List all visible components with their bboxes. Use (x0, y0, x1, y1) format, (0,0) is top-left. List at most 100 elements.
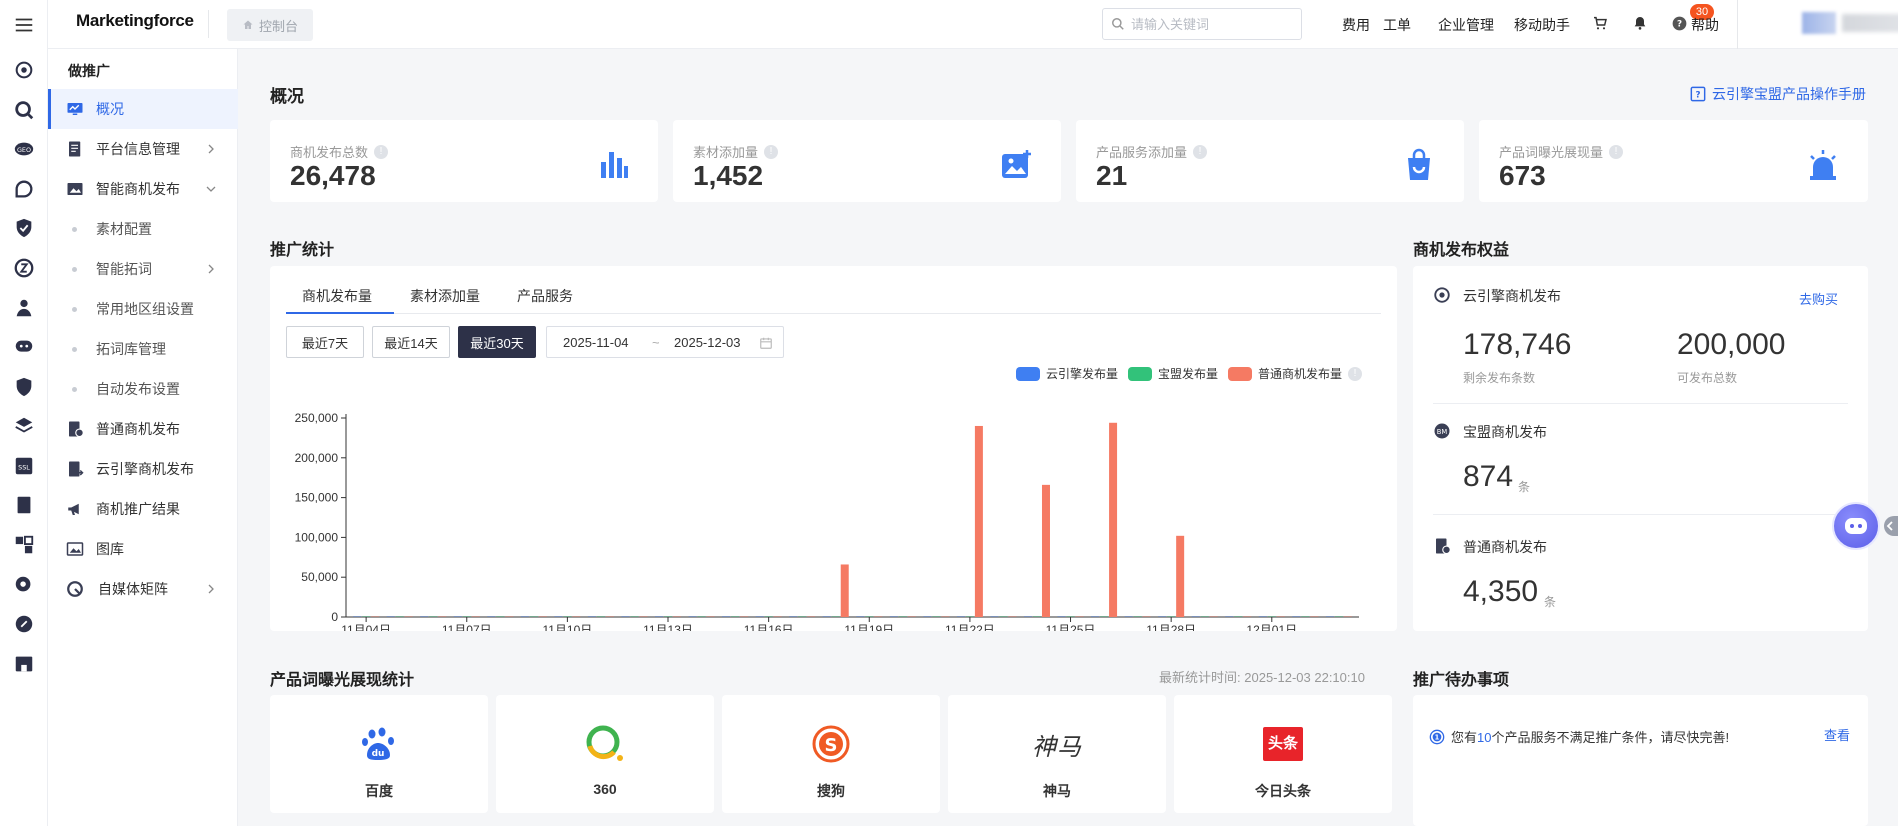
console-button[interactable]: 控制台 (227, 9, 313, 41)
sidebar-item-keyword-library[interactable]: 拓词库管理 (48, 329, 238, 369)
sidebar-item-auto-publish[interactable]: 自动发布设置 (48, 369, 238, 409)
y-tick-label: 50,000 (301, 570, 338, 584)
message-icon[interactable] (12, 335, 36, 359)
share-icon[interactable] (12, 533, 36, 557)
page-title: 概况 (270, 87, 304, 106)
bar-baomeng (1200, 616, 1209, 617)
rights-cloud-name: 云引擎商机发布 (1463, 288, 1561, 304)
bar-normal (1243, 616, 1252, 617)
sidebar-item-platform-info[interactable]: 平台信息管理 (48, 129, 238, 169)
bar-baomeng (1167, 616, 1176, 617)
nav-fee[interactable]: 费用 (1342, 15, 1370, 35)
bar-cloud (1091, 616, 1100, 617)
info-icon[interactable]: ! (1193, 144, 1208, 159)
geo-icon[interactable]: GEO (12, 137, 36, 161)
bullet (72, 346, 77, 352)
publish-bar-chart: 0 50,000 100,000 150,000 200,000 250,000 11月04… (295, 411, 1359, 631)
chevron-right-icon (208, 264, 214, 274)
info-icon[interactable]: ! (1609, 144, 1624, 159)
y-tick-label: 250,000 (295, 411, 339, 425)
layers-icon[interactable] (12, 414, 36, 438)
nav-help[interactable]: 帮助 (1691, 15, 1719, 35)
chat-icon[interactable] (12, 177, 36, 201)
record-shield-icon[interactable] (12, 375, 36, 399)
shield-check-icon[interactable] (12, 216, 36, 240)
buy-link[interactable]: 去购买 (1799, 289, 1838, 308)
sidebar-item-gallery[interactable]: 图库 (48, 529, 238, 569)
bar-baomeng (664, 616, 673, 617)
bar-normal (1176, 535, 1185, 617)
globe-search-icon[interactable] (12, 573, 36, 597)
ssl-icon[interactable]: SSL (12, 454, 36, 478)
bar-cloud (655, 616, 664, 617)
collapse-tab[interactable] (1884, 516, 1898, 536)
brand-logo[interactable]: Marketingforce (76, 11, 194, 31)
sidebar-item-material-config[interactable]: 素材配置 (48, 209, 238, 249)
engine-card-toutiao[interactable]: 头条 今日头条 (1174, 695, 1392, 813)
bell-icon[interactable] (1632, 15, 1648, 31)
chevron-left-icon (1886, 521, 1893, 531)
bar-cloud (822, 616, 831, 617)
bar-normal (1276, 616, 1285, 617)
cloud-engine-icon[interactable] (12, 58, 36, 82)
nav-mobile[interactable]: 移动助手 (1514, 15, 1570, 35)
bar-baomeng (1133, 616, 1142, 617)
normal-value: 4,350 (1463, 575, 1539, 608)
bar-cloud (1325, 616, 1334, 617)
bar-baomeng (630, 616, 639, 617)
bullet (72, 266, 77, 272)
engine-card-360[interactable]: 360 (496, 695, 714, 813)
info-icon[interactable]: ! (764, 144, 779, 159)
engine-card-shenma[interactable]: 神马 神马 (948, 695, 1166, 813)
sidebar-item-promo-results[interactable]: 商机推广结果 (48, 489, 238, 529)
bar-baomeng (1066, 616, 1075, 617)
sidebar-item-region-groups[interactable]: 常用地区组设置 (48, 289, 238, 329)
engine-card-sogou[interactable]: S 搜狗 (722, 695, 940, 813)
nav-ticket[interactable]: 工单 (1383, 15, 1411, 35)
bar-normal (1075, 616, 1084, 617)
ai-assistant-button[interactable] (1832, 502, 1880, 550)
view-link[interactable]: 查看 (1824, 725, 1850, 744)
store-icon[interactable] (12, 652, 36, 676)
help-icon[interactable]: ? (1672, 16, 1687, 31)
bar-baomeng (932, 616, 941, 617)
doc-plus-icon (1436, 538, 1451, 555)
sidebar-item-cloud-publish[interactable]: 云引擎商机发布 (48, 449, 238, 489)
person-icon[interactable] (12, 296, 36, 320)
menu-icon[interactable] (12, 13, 36, 37)
search-engine-icon[interactable] (12, 98, 36, 122)
stat-label: 商机发布总数 (290, 145, 369, 160)
user-menu[interactable] (1802, 12, 1898, 34)
info-icon[interactable]: ! (374, 144, 389, 159)
sidebar-item-normal-publish[interactable]: 普通商机发布 (48, 409, 238, 449)
search-input[interactable] (1131, 16, 1291, 32)
cloud-engine-icon (1434, 287, 1450, 303)
z-circle-icon[interactable] (12, 256, 36, 280)
engine-card-baidu[interactable]: du 百度 (270, 695, 488, 813)
link-icon[interactable] (12, 612, 36, 636)
todo-card: 1 您有10个产品服务不满足推广条件，请尽快完善! 查看 (1413, 695, 1868, 826)
bar-cloud (789, 616, 798, 617)
bar-baomeng (362, 616, 371, 617)
bar-cloud (956, 616, 965, 617)
x-tick-label: 11月19日 (844, 623, 894, 631)
baomeng-unit: 条 (1518, 480, 1531, 494)
sidebar-item-media-matrix[interactable]: 自媒体矩阵 (48, 569, 238, 609)
bar-normal (706, 616, 715, 617)
sidebar-item-smart-keywords[interactable]: 智能拓词 (48, 249, 238, 289)
bar-cloud (1124, 616, 1133, 617)
sidebar-item-overview[interactable]: 概况 (48, 89, 238, 129)
rights-card: 云引擎商机发布 去购买 178,746 剩余发布条数 200,000 可发布总数… (1413, 266, 1868, 631)
bar-normal (773, 616, 782, 617)
bar-cloud (621, 616, 630, 617)
search-box[interactable] (1102, 8, 1302, 40)
nav-enterprise[interactable]: 企业管理 (1438, 15, 1494, 35)
exposure-updated: 最新统计时间: 2025-12-03 22:10:10 (1159, 667, 1365, 686)
cloud-remaining-label: 剩余发布条数 (1463, 371, 1536, 385)
sidebar-item-smart-publish[interactable]: 智能商机发布 (48, 169, 238, 209)
bar-normal (1343, 616, 1352, 617)
cart-icon[interactable] (1592, 15, 1608, 31)
bar-cloud (420, 616, 429, 617)
manual-link[interactable]: ? 云引擎宝盟产品操作手册 (1690, 84, 1866, 104)
book-icon[interactable] (12, 493, 36, 517)
